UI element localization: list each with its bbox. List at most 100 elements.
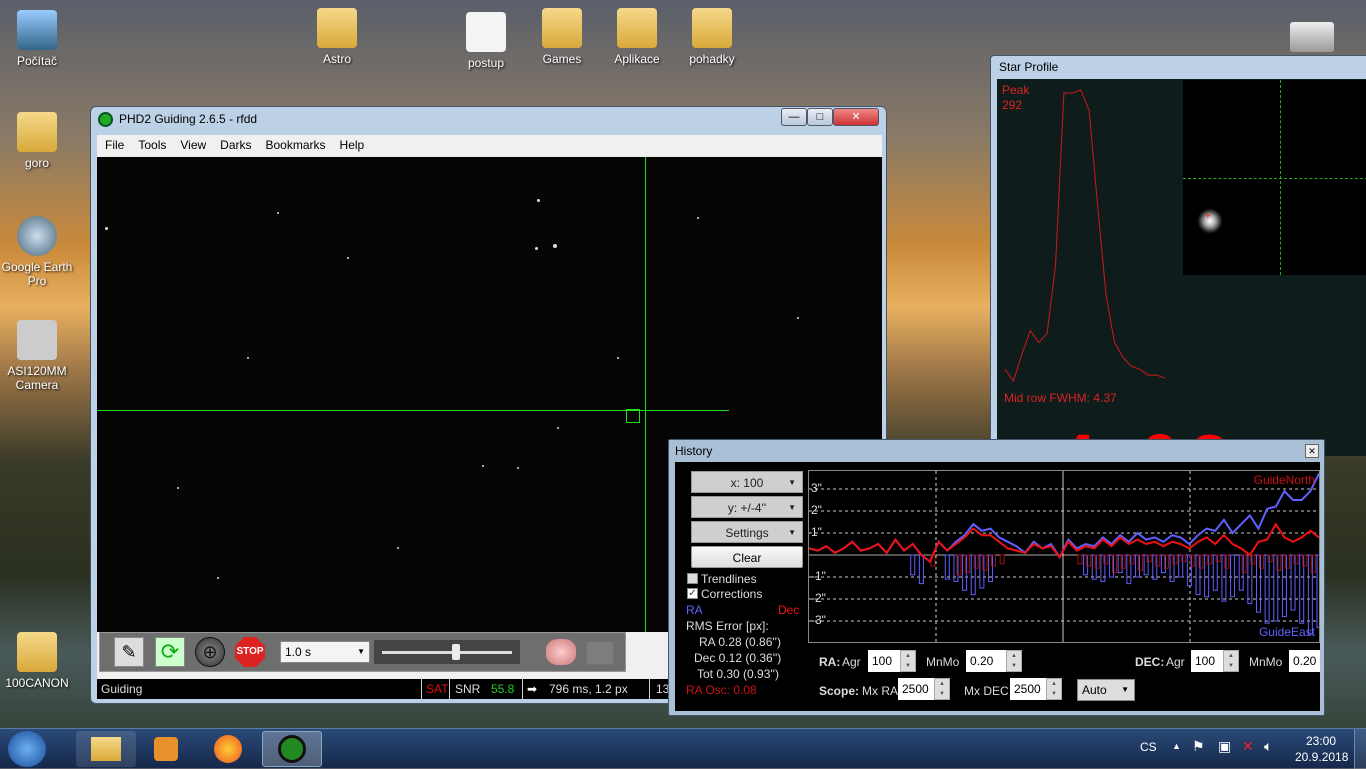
- desktop-icon-asi120mm[interactable]: ASI120MM Camera: [0, 320, 77, 392]
- language-indicator[interactable]: CS: [1140, 740, 1157, 754]
- desktop-icon-aplikace[interactable]: Aplikace: [597, 8, 677, 66]
- phd2-icon: [278, 735, 306, 763]
- ra-mnmo-spinner[interactable]: ▲ ▼: [1006, 650, 1022, 672]
- guide-pulse: 796 ms, 1.2 px: [549, 682, 628, 696]
- action-center-flag-icon[interactable]: ⚑: [1192, 738, 1205, 755]
- gamma-slider[interactable]: [374, 640, 520, 664]
- desktop-icon-astro[interactable]: Astro: [297, 8, 377, 66]
- connect-gear-button[interactable]: ✎: [114, 637, 144, 667]
- menu-tools[interactable]: Tools: [138, 135, 166, 155]
- chevron-down-icon: ▼: [357, 647, 365, 656]
- close-button[interactable]: ✕: [1305, 444, 1319, 458]
- desktop-icon-games[interactable]: Games: [522, 8, 602, 66]
- clock-time[interactable]: 23:00: [1306, 734, 1336, 748]
- phd2-titlebar[interactable]: PHD2 Guiding 2.6.5 - rfdd — □ ✕: [91, 107, 886, 131]
- star-profile-window: Star Profile Peak 292 Mid row FWHM: 4.37…: [990, 55, 1366, 456]
- star-zoom-image: +: [1183, 80, 1366, 275]
- brain-advanced-settings-button[interactable]: [546, 639, 576, 665]
- history-titlebar[interactable]: History ✕: [669, 440, 1324, 462]
- desktop-icon-postup[interactable]: postup: [446, 12, 526, 70]
- dec-legend: Dec: [778, 603, 800, 617]
- start-button[interactable]: [8, 731, 46, 767]
- ra-correction-bar: [1316, 554, 1322, 629]
- taskbar-phd2[interactable]: [262, 731, 322, 767]
- star-profile-curve: [1004, 89, 1166, 383]
- settings-dropdown[interactable]: Settings ▼: [691, 521, 803, 543]
- ra-aggressiveness-input[interactable]: 100: [868, 650, 900, 672]
- network-disconnected-icon[interactable]: ✕: [1242, 738, 1254, 755]
- show-hidden-icons-button[interactable]: ▲: [1172, 741, 1181, 751]
- profile-line: [1004, 89, 1166, 383]
- phd2-app-icon: [98, 112, 113, 127]
- drive-shortcut-icon[interactable]: [1290, 22, 1334, 52]
- desktop-icon-computer[interactable]: Počítač: [0, 10, 77, 68]
- document-icon: [466, 12, 506, 52]
- max-dec-spinner[interactable]: ▲ ▼: [1046, 678, 1062, 700]
- star-profile-titlebar[interactable]: Star Profile: [991, 56, 1366, 78]
- history-graph: GuideNorth GuideEast 3" 2" 1" -1" -2" -3…: [808, 470, 1325, 643]
- minimize-button[interactable]: —: [781, 108, 807, 126]
- ra-minmove-input[interactable]: 0.20: [966, 650, 1006, 672]
- crosshair-vertical: [645, 157, 646, 632]
- dec-minmove-input[interactable]: 0.20: [1289, 650, 1320, 672]
- camera-settings-button[interactable]: [586, 641, 614, 665]
- guide-button[interactable]: ⊕: [195, 637, 225, 667]
- ra-correction-bar: [1264, 554, 1270, 624]
- close-button[interactable]: ✕: [833, 108, 879, 126]
- menu-view[interactable]: View: [180, 135, 206, 155]
- dec-correction-bar: [1077, 554, 1083, 565]
- corrections-checkbox[interactable]: ✓: [687, 588, 698, 599]
- trendlines-checkbox[interactable]: [687, 573, 698, 584]
- clock-date[interactable]: 20.9.2018: [1295, 750, 1348, 764]
- menu-help[interactable]: Help: [340, 135, 365, 155]
- maximize-button[interactable]: □: [807, 108, 833, 126]
- menu-darks[interactable]: Darks: [220, 135, 251, 155]
- snr-value: 55.8: [491, 682, 515, 696]
- chevron-down-icon: ▼: [788, 503, 796, 512]
- x-scale-dropdown[interactable]: x: 100 ▼: [691, 471, 803, 493]
- dec-mode-dropdown[interactable]: Auto ▼: [1077, 679, 1135, 701]
- chevron-down-icon: ▼: [788, 528, 796, 537]
- star: [247, 357, 249, 359]
- power-icon[interactable]: ▣: [1218, 738, 1231, 755]
- star: [482, 465, 484, 467]
- slider-thumb[interactable]: [452, 644, 460, 660]
- desktop-icon-100canon[interactable]: 100CANON: [0, 632, 77, 690]
- max-ra-input[interactable]: 2500: [898, 678, 934, 700]
- taskbar-media-player[interactable]: [136, 731, 196, 767]
- ra-agr-spinner[interactable]: ▲ ▼: [900, 650, 916, 672]
- taskbar-firefox[interactable]: [198, 731, 258, 767]
- volume-icon[interactable]: 🔈︎: [1264, 738, 1272, 755]
- taskbar-explorer[interactable]: [76, 731, 136, 767]
- folder-icon: [17, 632, 57, 672]
- ra-correction-bar: [944, 554, 950, 580]
- show-desktop-button[interactable]: [1354, 729, 1366, 769]
- exposure-dropdown[interactable]: 1.0 s ▼: [280, 641, 370, 663]
- rms-dec: Dec 0.12 (0.36''): [694, 651, 782, 665]
- folder-shortcut-icon: [692, 8, 732, 48]
- ra-correction-bar: [1230, 554, 1236, 598]
- ra-osc: RA Osc: 0.08: [686, 683, 757, 697]
- clear-button[interactable]: Clear: [691, 546, 803, 568]
- stop-button[interactable]: STOP: [235, 637, 265, 667]
- star: [535, 247, 538, 250]
- desktop-icon-goro[interactable]: goro: [0, 112, 77, 170]
- loop-button[interactable]: ⟳: [155, 637, 185, 667]
- desktop-icon-pohadky[interactable]: pohadky: [672, 8, 752, 66]
- dec-agr-spinner[interactable]: ▲ ▼: [1223, 650, 1239, 672]
- dec-aggressiveness-input[interactable]: 100: [1191, 650, 1223, 672]
- fwhm-value: Mid row FWHM: 4.37: [1004, 391, 1117, 405]
- guide-star-box: [626, 409, 640, 423]
- max-ra-spinner[interactable]: ▲ ▼: [934, 678, 950, 700]
- ra-correction-bar: [910, 554, 916, 576]
- media-player-icon: [154, 737, 178, 761]
- toolbar: ✎ ⟳ ⊕ STOP 1.0 s ▼: [99, 632, 626, 672]
- y-scale-dropdown[interactable]: y: +/-4'' ▼: [691, 496, 803, 518]
- max-dec-input[interactable]: 2500: [1010, 678, 1046, 700]
- menu-file[interactable]: File: [105, 135, 124, 155]
- chevron-down-icon: ▼: [1121, 685, 1129, 694]
- menu-bookmarks[interactable]: Bookmarks: [266, 135, 326, 155]
- desktop-icon-google-earth[interactable]: Google Earth Pro: [0, 216, 77, 288]
- history-window: History ✕ x: 100 ▼ y: +/-4'' ▼ Settings ▼ C…: [668, 439, 1325, 716]
- chevron-down-icon: ▼: [788, 478, 796, 487]
